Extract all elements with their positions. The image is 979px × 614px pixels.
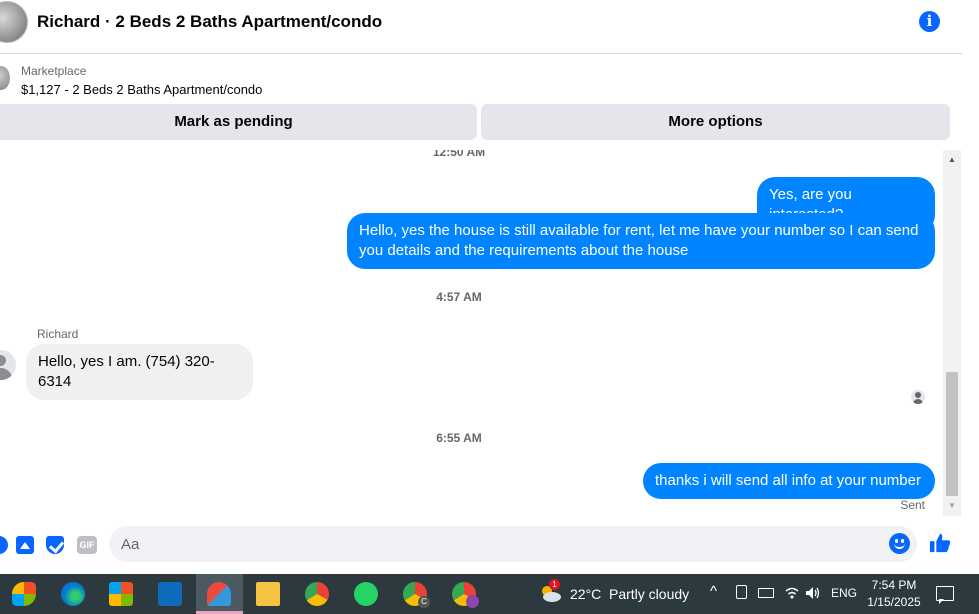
wifi-icon[interactable]	[785, 586, 799, 600]
timestamp: 12:50 AM	[432, 150, 486, 159]
outlook-icon[interactable]	[158, 582, 182, 606]
gif-icon[interactable]: GIF	[77, 536, 97, 554]
notifications-icon[interactable]	[936, 586, 954, 604]
timestamp: 4:57 AM	[436, 290, 482, 304]
listing-thumbnail[interactable]	[0, 66, 10, 90]
scrollbar[interactable]: ▲ ▼	[943, 150, 961, 516]
volume-icon[interactable]	[805, 586, 821, 600]
store-icon[interactable]	[109, 582, 133, 606]
info-icon[interactable]: i	[919, 11, 940, 32]
scroll-down-arrow-icon[interactable]: ▼	[943, 500, 961, 512]
chrome-icon[interactable]	[305, 582, 329, 606]
incoming-message[interactable]: Hello, yes I am. (754) 320-6314	[26, 344, 253, 400]
plus-icon[interactable]	[0, 536, 8, 554]
contact-avatar[interactable]	[0, 1, 28, 43]
weather-alert-badge: 1	[549, 579, 560, 590]
timestamp: 6:55 AM	[436, 431, 482, 445]
outgoing-message[interactable]: thanks i will send all info at your numb…	[643, 463, 935, 499]
photo-icon[interactable]	[16, 536, 34, 554]
chat-header: Richard · 2 Beds 2 Baths Apartment/condo…	[0, 0, 962, 54]
message-list[interactable]: 12:50 AM Yes, are you interested? Hello,…	[0, 150, 943, 516]
outgoing-message[interactable]: Hello, yes the house is still available …	[347, 213, 935, 269]
chat-title[interactable]: Richard · 2 Beds 2 Baths Apartment/condo	[37, 12, 382, 32]
weather-condition[interactable]: Partly cloudy	[609, 586, 689, 602]
clock-time[interactable]: 7:54 PM	[852, 578, 936, 592]
chrome-profile-icon[interactable]: C	[403, 582, 430, 608]
scroll-thumb[interactable]	[946, 372, 958, 496]
sender-name: Richard	[37, 327, 79, 341]
chevron-up-icon[interactable]: ^	[710, 583, 717, 600]
windows-taskbar: C 1 22°C Partly cloudy ^ ENG 7:54 PM 1/1…	[0, 574, 979, 614]
listing-title[interactable]: $1,127 - 2 Beds 2 Baths Apartment/condo	[21, 82, 262, 97]
file-explorer-icon[interactable]	[256, 582, 280, 606]
thumbs-up-icon[interactable]	[929, 532, 951, 554]
message-composer: GIF	[0, 516, 962, 574]
mark-as-pending-button[interactable]: Mark as pending	[0, 104, 477, 140]
edge-icon[interactable]	[61, 582, 85, 606]
scroll-up-arrow-icon[interactable]: ▲	[943, 154, 961, 166]
seen-avatar-icon	[911, 390, 925, 404]
meet-now-icon[interactable]	[736, 585, 747, 599]
battery-icon[interactable]	[758, 588, 774, 598]
messenger-window: Richard · 2 Beds 2 Baths Apartment/condo…	[0, 0, 979, 614]
whatsapp-icon[interactable]	[354, 582, 378, 606]
marketplace-listing: Marketplace $1,127 - 2 Beds 2 Baths Apar…	[0, 54, 962, 150]
sticker-icon[interactable]	[46, 536, 64, 554]
message-status: Sent	[900, 498, 925, 512]
message-input[interactable]	[109, 526, 917, 562]
listing-source: Marketplace	[21, 64, 87, 78]
more-options-button[interactable]: More options	[481, 104, 950, 140]
copilot-icon[interactable]	[12, 582, 36, 606]
clock-date[interactable]: 1/15/2025	[852, 595, 936, 609]
snipping-tool-icon[interactable]	[207, 582, 231, 606]
emoji-icon[interactable]	[889, 533, 910, 554]
weather-temperature[interactable]: 22°C	[570, 586, 601, 602]
chrome-profile-2-icon[interactable]	[452, 582, 479, 608]
sender-avatar[interactable]	[0, 350, 16, 380]
